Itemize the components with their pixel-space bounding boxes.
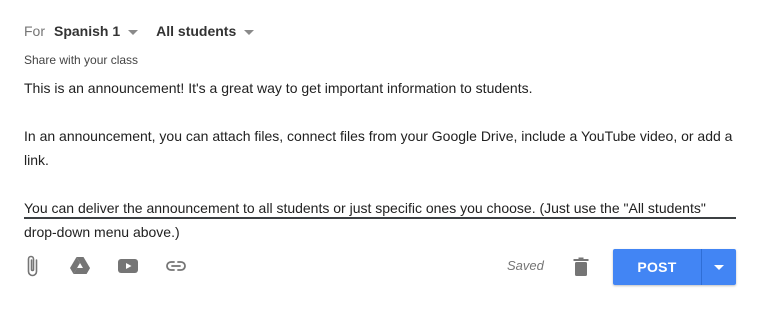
audience-dropdown-value: All students: [156, 23, 237, 39]
announcement-paragraph: In an announcement, you can attach files…: [24, 128, 733, 168]
youtube-icon[interactable]: [116, 254, 140, 278]
audience-bar: For Spanish 1 All students: [24, 20, 255, 42]
post-options-button[interactable]: [702, 249, 736, 285]
announcement-paragraph: You can deliver the announcement to all …: [24, 200, 706, 240]
announcement-paragraph: This is an announcement! It's a great wa…: [24, 80, 533, 96]
audience-dropdown[interactable]: All students: [156, 23, 255, 39]
post-button[interactable]: POST: [613, 249, 701, 285]
trash-icon[interactable]: [569, 255, 593, 279]
class-dropdown[interactable]: Spanish 1: [54, 23, 139, 39]
class-dropdown-value: Spanish 1: [54, 23, 121, 39]
link-icon[interactable]: [164, 254, 188, 278]
save-status: Saved: [507, 258, 544, 273]
text-field-underline: [24, 217, 736, 219]
chevron-down-icon: [128, 29, 139, 35]
chevron-down-icon: [714, 264, 724, 270]
google-drive-icon[interactable]: [68, 254, 92, 278]
for-label: For: [24, 23, 45, 39]
paperclip-icon[interactable]: [20, 254, 44, 278]
share-label: Share with your class: [24, 53, 139, 67]
post-button-group: POST: [613, 249, 736, 285]
chevron-down-icon: [244, 29, 255, 35]
